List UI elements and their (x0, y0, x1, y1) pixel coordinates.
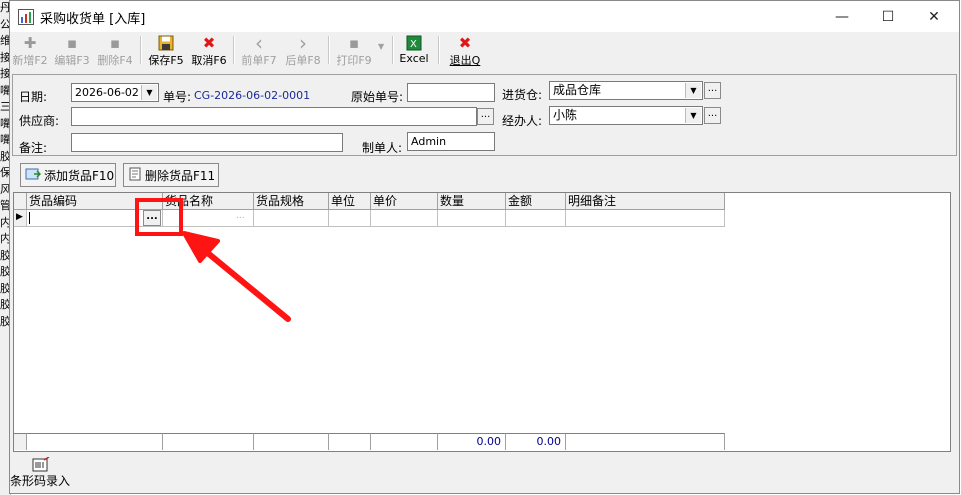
footer-corner (14, 433, 27, 450)
supplier-browse-button[interactable]: ... (477, 108, 494, 125)
barcode-entry-label[interactable]: 条形码录入 (10, 472, 70, 489)
delete-goods-button[interactable]: 删除货品F11 (123, 163, 219, 187)
purchase-receipt-window: 采购收货单 [入库] — ☐ ✕ ✚ 新增F2 ▪ 编辑F3 ▪ 删除F4 保存… (9, 0, 960, 494)
cell-price[interactable] (371, 210, 438, 227)
toolbar-separator (328, 36, 330, 64)
chevron-down-icon[interactable]: ▼ (685, 108, 701, 123)
right-arrow-icon: › (299, 31, 307, 55)
cell-qty[interactable] (438, 210, 506, 227)
red-x-icon: ✖ (202, 34, 216, 52)
plus-icon: ✚ (23, 34, 37, 52)
toolbar: ✚ 新增F2 ▪ 编辑F3 ▪ 删除F4 保存F5 ✖ 取消F6 ‹ 前单F7 … (10, 32, 959, 68)
red-arrow-icon (182, 231, 291, 322)
excel-icon: X (405, 34, 423, 52)
cell-detail-remark[interactable] (566, 210, 725, 227)
toolbar-separator (438, 36, 440, 64)
print-button[interactable]: ▪ 打印F9 (334, 34, 374, 68)
add-goods-button[interactable]: 添加货品F10 (20, 163, 116, 187)
maker-input[interactable]: Admin (407, 132, 495, 151)
col-header-spec[interactable]: 货品规格 (254, 193, 329, 210)
cell-unit[interactable] (329, 210, 371, 227)
grid-corner (14, 193, 27, 210)
original-no-input[interactable] (407, 83, 495, 102)
edit-button[interactable]: ▪ 编辑F3 (52, 34, 92, 68)
toolbar-separator (392, 36, 394, 64)
delete-icon: ▪ (109, 34, 121, 52)
warehouse-label: 进货仓: (502, 88, 543, 102)
new-button[interactable]: ✚ 新增F2 (10, 34, 50, 68)
floppy-save-icon (157, 34, 175, 52)
minimize-button[interactable]: — (819, 1, 865, 32)
remark-input[interactable] (71, 133, 343, 152)
col-header-qty[interactable]: 数量 (438, 193, 506, 210)
app-chart-icon (18, 9, 34, 25)
printer-icon: ▪ (348, 34, 360, 52)
edit-icon: ▪ (66, 34, 78, 52)
toolbar-separator (140, 36, 142, 64)
footer-name (163, 433, 254, 450)
date-label: 日期: (19, 90, 48, 104)
footer-code (27, 433, 163, 450)
close-button[interactable]: ✕ (911, 1, 957, 32)
remark-label: 备注: (19, 141, 48, 155)
text-cursor (29, 212, 30, 224)
col-header-detail-remark[interactable]: 明细备注 (566, 193, 725, 210)
warehouse-browse-button[interactable]: ... (704, 82, 721, 99)
chevron-down-icon[interactable]: ▼ (141, 85, 157, 100)
exit-x-icon: ✖ (458, 34, 472, 52)
save-button[interactable]: 保存F5 (146, 34, 186, 68)
footer-unit (329, 433, 371, 450)
excel-button[interactable]: X Excel (396, 34, 432, 68)
footer-qty-total: 0.00 (438, 433, 506, 450)
delete-button[interactable]: ▪ 删除F4 (95, 34, 135, 68)
next-order-button[interactable]: › 后单F8 (283, 31, 323, 68)
col-header-price[interactable]: 单价 (371, 193, 438, 210)
add-goods-icon (25, 167, 42, 184)
prev-order-button[interactable]: ‹ 前单F7 (239, 31, 279, 68)
left-arrow-icon: ‹ (255, 31, 263, 55)
status-bar: 条形码录入 (10, 456, 959, 494)
window-title: 采购收货单 [入库] (40, 12, 146, 27)
maker-label: 制单人: (362, 141, 403, 155)
handler-browse-button[interactable]: ... (704, 107, 721, 124)
handler-label: 经办人: (502, 114, 543, 128)
header-form: 日期: 2026-06-02 ▼ 单号: CG-2026-06-02-0001 … (12, 74, 957, 156)
order-no-label: 单号: (163, 90, 192, 104)
title-bar[interactable]: 采购收货单 [入库] — ☐ ✕ (10, 1, 959, 32)
maximize-button[interactable]: ☐ (865, 1, 911, 32)
col-header-amount[interactable]: 金额 (506, 193, 566, 210)
supplier-input[interactable] (71, 107, 477, 126)
footer-remark (566, 433, 725, 450)
original-no-label: 原始单号: (351, 90, 404, 104)
delete-goods-icon (128, 167, 142, 184)
cell-amount[interactable] (506, 210, 566, 227)
order-no-value: CG-2026-06-02-0001 (194, 89, 311, 102)
name-browse-button[interactable]: ... (236, 211, 245, 221)
handler-select[interactable]: 小陈 ▼ (549, 106, 703, 125)
print-dropdown-arrow[interactable]: ▼ (378, 42, 384, 51)
cancel-button[interactable]: ✖ 取消F6 (189, 34, 229, 68)
exit-button[interactable]: ✖ 退出Q (446, 34, 484, 68)
footer-price (371, 433, 438, 450)
supplier-label: 供应商: (19, 114, 60, 128)
footer-amount-total: 0.00 (506, 433, 566, 450)
warehouse-select[interactable]: 成品仓库 ▼ (549, 81, 703, 100)
chevron-down-icon[interactable]: ▼ (685, 83, 701, 98)
toolbar-separator (233, 36, 235, 64)
footer-spec (254, 433, 329, 450)
date-picker[interactable]: 2026-06-02 ▼ (71, 83, 159, 102)
svg-text:X: X (410, 39, 417, 50)
col-header-unit[interactable]: 单位 (329, 193, 371, 210)
barcode-icon[interactable] (32, 456, 50, 473)
row-indicator-icon: ▶ (14, 210, 27, 227)
